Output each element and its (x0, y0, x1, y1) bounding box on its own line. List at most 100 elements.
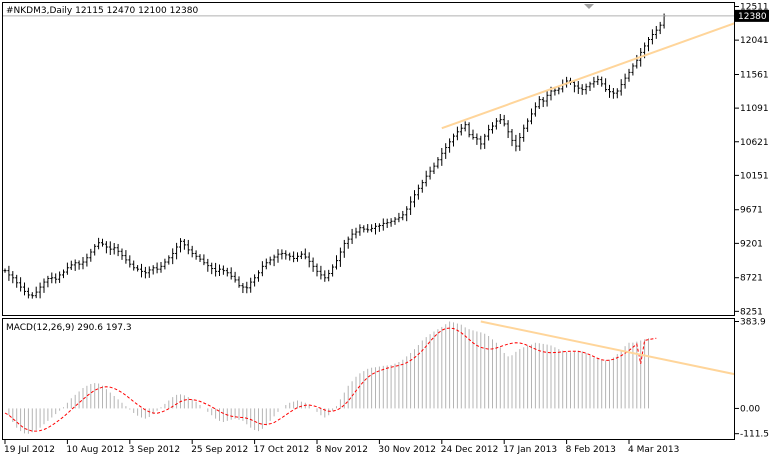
price-bar[interactable] (288, 253, 291, 261)
price-bar[interactable] (269, 257, 272, 266)
price-bar[interactable] (405, 206, 408, 221)
price-bar[interactable] (518, 133, 521, 151)
price-bar[interactable] (577, 81, 580, 94)
price-bar[interactable] (4, 268, 7, 272)
price-bar[interactable] (335, 255, 338, 269)
price-bar[interactable] (401, 211, 404, 220)
price-bar[interactable] (265, 259, 268, 270)
price-bar[interactable] (179, 238, 182, 252)
price-bar[interactable] (355, 228, 358, 239)
price-bar[interactable] (206, 259, 209, 272)
price-bar[interactable] (66, 263, 69, 275)
price-bar[interactable] (74, 259, 77, 270)
macd-trendline[interactable] (481, 322, 773, 385)
price-bar[interactable] (327, 270, 330, 281)
price-bar[interactable] (616, 88, 619, 98)
price-bar[interactable] (31, 292, 34, 298)
price-bar[interactable] (82, 257, 85, 269)
price-bar[interactable] (93, 244, 96, 255)
price-bar[interactable] (374, 223, 377, 234)
price-bar[interactable] (448, 138, 451, 152)
price-bar[interactable] (511, 129, 514, 146)
price-bar[interactable] (390, 218, 393, 227)
price-bar[interactable] (187, 240, 190, 254)
price-bar[interactable] (23, 282, 26, 295)
price-bar[interactable] (128, 255, 131, 267)
price-bar[interactable] (483, 134, 486, 149)
price-bar[interactable] (152, 265, 155, 274)
price-bar[interactable] (655, 26, 658, 39)
price-bar[interactable] (378, 223, 381, 232)
price-bar[interactable] (27, 288, 30, 299)
price-bar[interactable] (222, 265, 225, 274)
price-bar[interactable] (292, 251, 295, 262)
price-bar[interactable] (245, 282, 248, 293)
price-bar[interactable] (316, 263, 319, 276)
price-bar[interactable] (97, 238, 100, 249)
price-bar[interactable] (273, 255, 276, 266)
price-bar[interactable] (46, 276, 49, 287)
price-bar[interactable] (600, 77, 603, 87)
price-bar[interactable] (202, 254, 205, 265)
price-bar[interactable] (54, 273, 57, 283)
price-bar[interactable] (210, 263, 213, 274)
price-bar[interactable] (514, 135, 517, 151)
price-bar[interactable] (319, 266, 322, 280)
price-bar[interactable] (386, 219, 389, 228)
price-bar[interactable] (491, 122, 494, 133)
price-bar[interactable] (296, 252, 299, 261)
price-bar[interactable] (214, 263, 217, 277)
price-bar[interactable] (507, 120, 510, 138)
price-bar[interactable] (413, 190, 416, 207)
price-bar[interactable] (475, 133, 478, 144)
price-bar[interactable] (366, 224, 369, 233)
price-bar[interactable] (160, 262, 163, 273)
price-bar[interactable] (464, 121, 467, 131)
price-bar[interactable] (612, 88, 615, 99)
price-bar[interactable] (89, 249, 92, 262)
price-bar[interactable] (136, 265, 139, 271)
price-bar[interactable] (148, 266, 151, 277)
price-bar[interactable] (144, 267, 147, 278)
price-bar[interactable] (397, 213, 400, 222)
price-bar[interactable] (538, 96, 541, 109)
price-bar[interactable] (444, 143, 447, 159)
price-bar[interactable] (659, 22, 662, 34)
price-bar[interactable] (241, 283, 244, 293)
price-bar[interactable] (226, 268, 229, 277)
price-bar[interactable] (472, 130, 475, 140)
price-trendline[interactable] (442, 5, 773, 128)
price-bar[interactable] (156, 263, 159, 274)
price-bar[interactable] (312, 258, 315, 272)
price-bar[interactable] (19, 277, 22, 291)
price-bar[interactable] (604, 78, 607, 92)
price-bar[interactable] (308, 252, 311, 267)
price-bar[interactable] (631, 63, 634, 75)
price-bar[interactable] (394, 217, 397, 225)
price-bar[interactable] (121, 248, 124, 259)
price-bar[interactable] (592, 77, 595, 88)
price-plot-area[interactable] (4, 5, 773, 298)
price-bar[interactable] (542, 97, 545, 107)
price-bar[interactable] (456, 127, 459, 141)
price-bar[interactable] (651, 29, 654, 44)
price-bar[interactable] (171, 248, 174, 264)
price-bar[interactable] (43, 279, 46, 293)
price-bar[interactable] (495, 118, 498, 129)
price-bar[interactable] (499, 114, 502, 124)
price-bar[interactable] (124, 250, 127, 264)
price-bar[interactable] (647, 37, 650, 51)
price-bar[interactable] (526, 118, 529, 132)
price-bar[interactable] (253, 274, 256, 286)
price-bar[interactable] (596, 76, 599, 85)
price-bar[interactable] (362, 225, 365, 232)
price-bar[interactable] (78, 260, 81, 269)
chart-canvas[interactable]: 12380 #NKDM3,Daily 12115 12470 12100 123… (0, 0, 773, 458)
down-triangle-icon[interactable] (584, 4, 594, 9)
chart-window[interactable]: 12380 #NKDM3,Daily 12115 12470 12100 123… (0, 0, 773, 458)
price-bar[interactable] (300, 251, 303, 259)
price-bar[interactable] (257, 270, 260, 281)
price-bar[interactable] (421, 180, 424, 193)
price-bar[interactable] (167, 255, 170, 264)
price-bar[interactable] (132, 261, 135, 271)
